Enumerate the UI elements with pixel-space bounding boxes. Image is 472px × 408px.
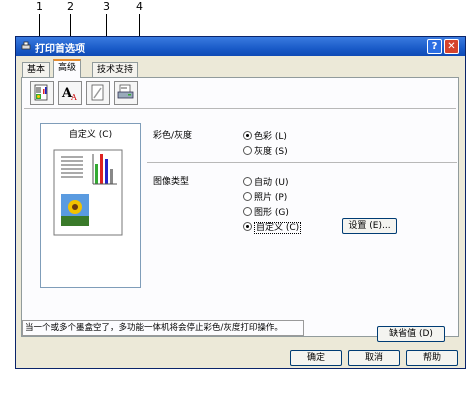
radio-auto[interactable]: 自动 (U) [243, 175, 288, 188]
image-type-label: 图像类型 [153, 177, 190, 187]
radio-graphics-dot[interactable] [243, 207, 252, 216]
callout-4: 4 [136, 0, 143, 13]
font-text-button[interactable]: A A [58, 81, 82, 105]
radio-auto-dot[interactable] [243, 177, 252, 186]
font-text-icon: A A [61, 86, 77, 102]
svg-text:A: A [70, 93, 77, 102]
radio-custom[interactable]: 自定义 (C) [243, 220, 302, 234]
radio-photo-dot[interactable] [243, 192, 252, 201]
callout-2: 2 [67, 0, 74, 13]
ok-button[interactable]: 确定 [290, 350, 342, 366]
callout-1: 1 [36, 0, 43, 13]
settings-button[interactable]: 设置 (E)... [342, 218, 397, 234]
preview-page-icon [53, 149, 123, 236]
group-separator [147, 162, 457, 163]
printer-settings-button[interactable] [114, 81, 138, 105]
default-button[interactable]: 缺省值 (D) [377, 326, 445, 342]
print-preferences-window: 打印首选项 ? ✕ 基本 高级 技术支持 A A 自定义 (C) 彩色/灰度 色… [15, 36, 466, 369]
preview-box: 自定义 (C) [40, 123, 141, 288]
radio-color[interactable]: 色彩 (L) [243, 129, 287, 142]
radio-photo[interactable]: 照片 (P) [243, 190, 287, 203]
radio-grayscale-dot[interactable] [243, 146, 252, 155]
radio-custom-dot[interactable] [243, 222, 252, 231]
callout-3: 3 [103, 0, 110, 13]
tab-basic[interactable]: 基本 [22, 62, 51, 77]
cancel-button[interactable]: 取消 [348, 350, 400, 366]
help-title-button[interactable]: ? [427, 39, 442, 54]
title-bar[interactable]: 打印首选项 ? ✕ [16, 37, 465, 56]
toolbar-separator [24, 108, 456, 109]
printer-app-icon [21, 41, 31, 50]
window-title: 打印首选项 [35, 44, 85, 55]
radio-color-dot[interactable] [243, 131, 252, 140]
color-page-button[interactable] [30, 81, 54, 105]
close-button[interactable]: ✕ [444, 39, 459, 54]
color-page-icon [34, 84, 48, 101]
radio-graphics[interactable]: 图形 (G) [243, 205, 289, 218]
advanced-tab-panel: A A 自定义 (C) 彩色/灰度 色彩 (L) 灰度 (S) 图像类型 自动 … [21, 77, 459, 342]
radio-grayscale[interactable]: 灰度 (S) [243, 144, 288, 157]
tab-advanced[interactable]: 高级 [53, 59, 82, 78]
tab-support[interactable]: 技术支持 [92, 62, 139, 77]
printer-settings-icon [117, 84, 134, 99]
watermark-button[interactable] [86, 81, 110, 105]
help-button[interactable]: 帮助 [406, 350, 458, 366]
status-message: 当一个或多个墨盒空了，多功能一体机将会停止彩色/灰度打印操作。 [22, 320, 304, 336]
color-group-label: 彩色/灰度 [153, 131, 193, 141]
watermark-page-icon [91, 84, 104, 101]
preview-label: 自定义 (C) [68, 130, 113, 140]
